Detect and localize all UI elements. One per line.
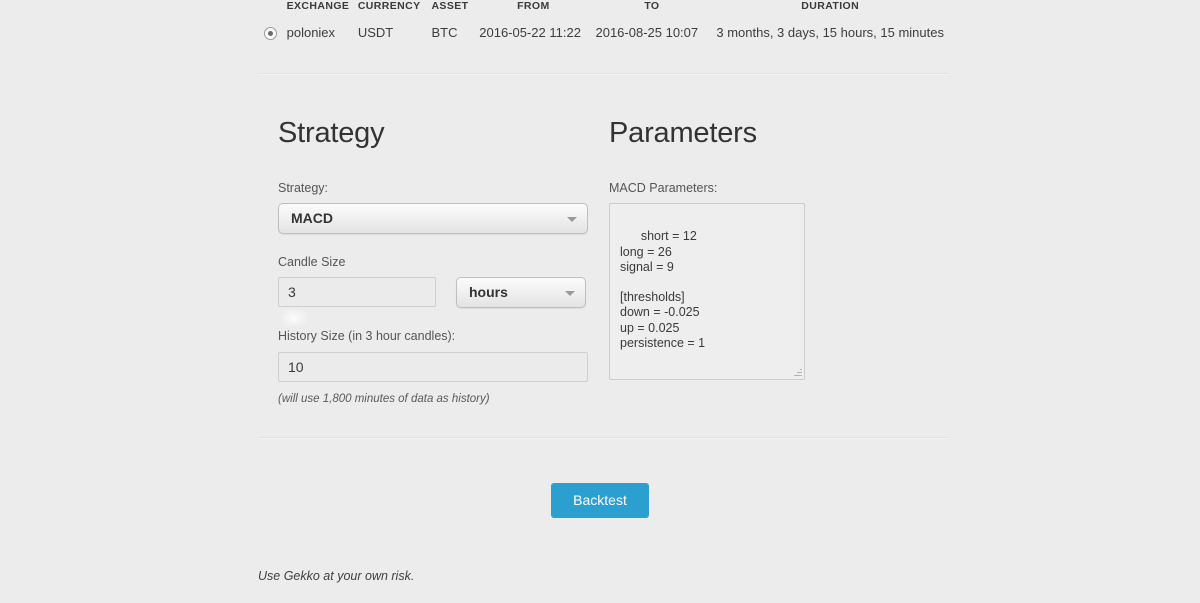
market-table: EXCHANGE CURRENCY ASSET FROM TO DURATION… <box>258 0 948 49</box>
chevron-down-icon <box>567 216 577 222</box>
cell-from: 2016-05-22 11:22 <box>479 25 581 41</box>
candle-size-input[interactable] <box>278 277 436 308</box>
parameters-section: Parameters MACD Parameters: short = 12 l… <box>609 117 909 381</box>
cell-duration: 3 months, 3 days, 15 hours, 15 minutes <box>716 25 944 41</box>
divider-bottom <box>258 437 948 439</box>
backtest-button[interactable]: Backtest <box>551 483 649 518</box>
candle-unit-value: hours <box>469 284 508 301</box>
column-header-duration: DURATION <box>801 0 860 12</box>
backtest-page: EXCHANGE CURRENCY ASSET FROM TO DURATION… <box>0 0 1200 603</box>
dataset-radio[interactable] <box>258 18 283 49</box>
market-table-head: EXCHANGE CURRENCY ASSET FROM TO DURATION <box>258 0 948 18</box>
market-table-body: poloniex USDT BTC 2016-05-22 11:22 2016-… <box>258 18 948 49</box>
column-header-to: TO <box>644 0 660 12</box>
column-header-select <box>258 0 283 18</box>
table-row[interactable]: poloniex USDT BTC 2016-05-22 11:22 2016-… <box>258 18 948 49</box>
history-size-label: History Size (in 3 hour candles): <box>278 329 456 344</box>
strategy-select-value: MACD <box>291 210 333 227</box>
column-header-from: FROM <box>517 0 550 12</box>
cell-currency: USDT <box>357 25 394 41</box>
market-table-header-row: EXCHANGE CURRENCY ASSET FROM TO DURATION <box>258 0 948 18</box>
strategy-select[interactable]: MACD <box>278 203 588 235</box>
strategy-label: Strategy: <box>278 180 329 195</box>
market-table-element: EXCHANGE CURRENCY ASSET FROM TO DURATION… <box>258 0 948 49</box>
parameters-title: Parameters <box>609 117 757 149</box>
cell-exchange: poloniex <box>286 25 336 41</box>
backtest-button-container: Backtest <box>0 483 1200 518</box>
parameters-label: MACD Parameters: <box>609 180 718 195</box>
cell-asset: BTC <box>431 25 458 41</box>
candle-unit-select[interactable]: hours <box>456 277 586 309</box>
strategy-section: Strategy Strategy: MACD Candle Size hour… <box>278 117 588 425</box>
resize-handle-icon[interactable] <box>793 368 802 377</box>
history-size-field: History Size (in 3 hour candles): (will … <box>278 328 588 405</box>
history-size-hint: (will use 1,800 minutes of data as histo… <box>278 392 490 405</box>
parameters-textarea-content: short = 12 long = 26 signal = 9 [thresho… <box>620 229 706 350</box>
strategy-title: Strategy <box>278 117 385 149</box>
parameters-textarea[interactable]: short = 12 long = 26 signal = 9 [thresho… <box>609 203 805 381</box>
divider-top <box>258 73 948 75</box>
chevron-down-icon <box>565 290 575 296</box>
history-size-input[interactable] <box>278 351 588 382</box>
column-header-currency: CURRENCY <box>357 0 421 12</box>
radio-selected-icon[interactable] <box>263 27 277 41</box>
footer-disclaimer: Use Gekko at your own risk. <box>258 569 415 583</box>
strategy-field: Strategy: MACD <box>278 180 588 235</box>
cell-to: 2016-08-25 10:07 <box>595 25 699 41</box>
candle-size-field: Candle Size hours <box>278 254 588 309</box>
candle-size-label: Candle Size <box>278 255 346 270</box>
candle-size-row: hours <box>278 277 588 309</box>
column-header-asset: ASSET <box>431 0 469 12</box>
column-header-exchange: EXCHANGE <box>286 0 350 12</box>
